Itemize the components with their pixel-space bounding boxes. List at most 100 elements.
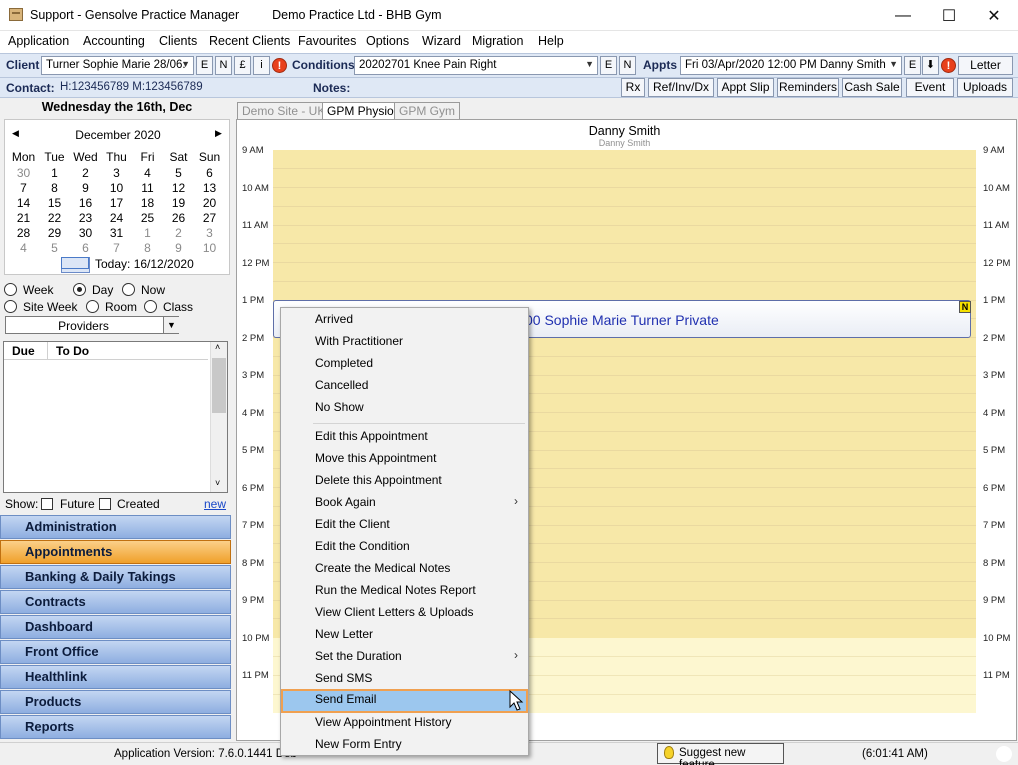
menu-wizard[interactable]: Wizard [422,34,461,48]
tab-gpm-physio[interactable]: GPM Physio [322,102,399,120]
calendar-day[interactable]: 9 [70,181,101,195]
calendar-day[interactable]: 22 [39,211,70,225]
menu-no-show[interactable]: No Show [281,397,528,419]
future-checkbox[interactable] [41,498,53,510]
nav-banking-daily-takings[interactable]: Banking & Daily Takings [0,565,231,589]
day-radio[interactable] [73,283,86,296]
client-new-button[interactable]: N [215,56,232,75]
menu-view-appointment-history[interactable]: View Appointment History [281,712,528,734]
client-info-button[interactable]: i [253,56,270,75]
calendar-day[interactable]: 11 [132,181,163,195]
menu-favourites[interactable]: Favourites [298,34,356,48]
calendar-day[interactable]: 28 [8,226,39,240]
event-button[interactable]: Event [906,78,954,97]
calendar-day[interactable]: 10 [101,181,132,195]
menu-send-email[interactable]: Send Email [281,689,528,713]
menu-application[interactable]: Application [8,34,69,48]
scroll-thumb[interactable] [212,358,226,413]
todo-todo-column[interactable]: To Do [56,344,89,358]
providers-select[interactable]: Providers ▼ [5,316,179,334]
calendar-day[interactable]: 10 [194,241,225,255]
appt-alert-icon[interactable]: ! [941,58,956,73]
calendar-day[interactable]: 5 [163,166,194,180]
calendar-day[interactable]: 4 [132,166,163,180]
nav-front-office[interactable]: Front Office [0,640,231,664]
room-radio[interactable] [86,300,99,313]
menu-recent-clients[interactable]: Recent Clients [209,34,290,48]
calendar-day[interactable]: 9 [163,241,194,255]
client-account-button[interactable]: £ [234,56,251,75]
calendar-day[interactable]: 5 [39,241,70,255]
next-month-icon[interactable]: ▶ [215,128,222,139]
calendar-day[interactable]: 15 [39,196,70,210]
menu-with-practitioner[interactable]: With Practitioner [281,331,528,353]
menu-edit-client[interactable]: Edit the Client [281,514,528,536]
ref-inv-dx-button[interactable]: Ref/Inv/Dx [648,78,714,97]
minimize-button[interactable]: — [880,0,926,31]
tab-gpm-gym[interactable]: GPM Gym [394,102,460,120]
calendar-day[interactable]: 6 [194,166,225,180]
site-week-radio[interactable] [4,300,17,313]
calendar-day[interactable]: 19 [163,196,194,210]
menu-migration[interactable]: Migration [472,34,523,48]
today-link[interactable]: Today: 16/12/2020 [95,257,194,271]
calendar-day[interactable]: 14 [8,196,39,210]
calendar-day[interactable]: 7 [101,241,132,255]
chevron-down-icon[interactable]: ▼ [163,317,179,333]
calendar-day[interactable]: 30 [8,166,39,180]
appt-slip-button[interactable]: Appt Slip [717,78,774,97]
menu-arrived[interactable]: Arrived [281,309,528,331]
calendar-day[interactable]: 29 [39,226,70,240]
calendar-day[interactable]: 1 [132,226,163,240]
menu-completed[interactable]: Completed [281,353,528,375]
nav-administration[interactable]: Administration [0,515,231,539]
calendar-day[interactable]: 13 [194,181,225,195]
menu-edit-appointment[interactable]: Edit this Appointment [281,426,528,448]
nav-products[interactable]: Products [0,690,231,714]
calendar-day-selected[interactable]: 16 [70,196,101,210]
nav-dashboard[interactable]: Dashboard [0,615,231,639]
nav-appointments[interactable]: Appointments [0,540,231,564]
todo-due-column[interactable]: Due [12,344,35,358]
uploads-button[interactable]: Uploads [957,78,1013,97]
calendar-day[interactable]: 3 [194,226,225,240]
calendar-day[interactable]: 30 [70,226,101,240]
menu-edit-condition[interactable]: Edit the Condition [281,536,528,558]
letter-button[interactable]: Letter [958,56,1013,75]
menu-create-medical-notes[interactable]: Create the Medical Notes [281,558,528,580]
menu-send-sms[interactable]: Send SMS [281,668,528,690]
close-button[interactable]: ✕ [971,0,1017,31]
nav-contracts[interactable]: Contracts [0,590,231,614]
condition-new-button[interactable]: N [619,56,636,75]
nav-reports[interactable]: Reports [0,715,231,739]
calendar-day[interactable]: 1 [39,166,70,180]
calendar-day[interactable]: 3 [101,166,132,180]
calendar-day[interactable]: 31 [101,226,132,240]
appts-select[interactable]: Fri 03/Apr/2020 12:00 PM Danny Smith ▼ [680,56,902,75]
calendar-day[interactable]: 12 [163,181,194,195]
menu-book-again[interactable]: Book Again › [281,492,528,514]
reminders-button[interactable]: Reminders [777,78,839,97]
todo-scrollbar[interactable]: ˄ ˅ [210,342,227,492]
class-radio[interactable] [144,300,157,313]
calendar-day[interactable]: 23 [70,211,101,225]
menu-run-medical-notes-report[interactable]: Run the Medical Notes Report [281,580,528,602]
calendar-day[interactable]: 27 [194,211,225,225]
menu-set-duration[interactable]: Set the Duration › [281,646,528,668]
calendar-day[interactable]: 8 [132,241,163,255]
now-radio[interactable] [122,283,135,296]
menu-delete-appointment[interactable]: Delete this Appointment [281,470,528,492]
menu-move-appointment[interactable]: Move this Appointment [281,448,528,470]
week-radio[interactable] [4,283,17,296]
client-edit-button[interactable]: E [196,56,213,75]
client-select[interactable]: Turner Sophie Marie 28/06. ▼ [41,56,194,75]
calendar-day[interactable]: 21 [8,211,39,225]
calendar-day[interactable]: 17 [101,196,132,210]
calendar-day[interactable]: 6 [70,241,101,255]
calendar-day[interactable]: 2 [163,226,194,240]
calendar-day[interactable]: 24 [101,211,132,225]
calendar-day[interactable]: 18 [132,196,163,210]
menu-clients[interactable]: Clients [159,34,197,48]
menu-accounting[interactable]: Accounting [83,34,145,48]
calendar-day[interactable]: 26 [163,211,194,225]
